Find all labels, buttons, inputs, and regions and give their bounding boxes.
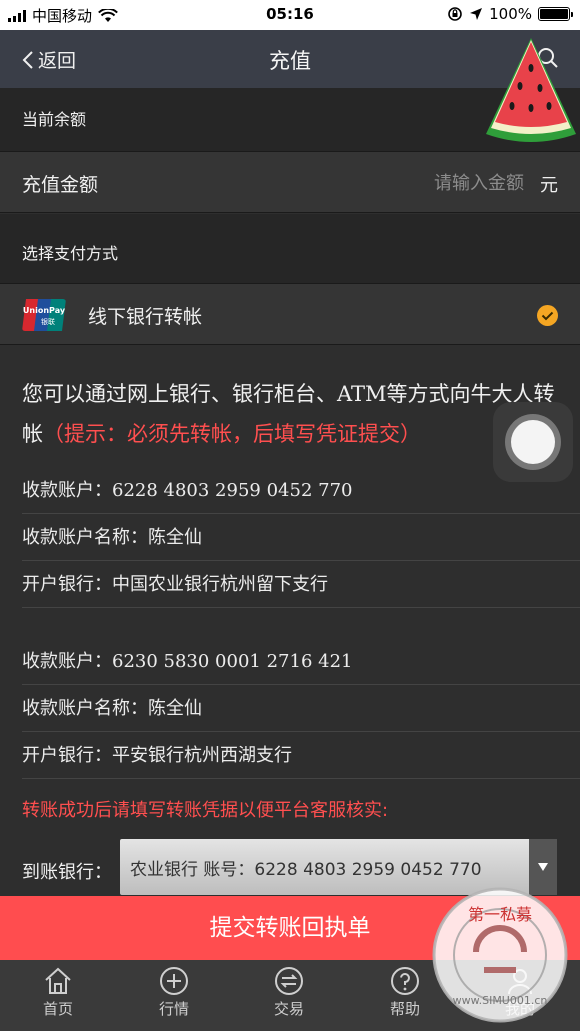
tab-label: 行情 (158, 1000, 189, 1018)
account-name-row: 收款账户名称：陈全仙 (22, 514, 580, 561)
help-icon (391, 967, 419, 995)
account-number-label: 收款账户： (22, 651, 112, 672)
back-button[interactable]: 返回 (22, 46, 76, 73)
unionpay-logo-text-top: UnionPay (23, 306, 66, 315)
arrival-bank-value: 农业银行 账号：6228 4803 2959 0452 770 (130, 860, 482, 880)
payment-section-label: 选择支付方式 (22, 244, 119, 263)
account-name-row: 收款账户名称：陈全仙 (22, 685, 580, 732)
account-bank-value: 中国农业银行杭州留下支行 (112, 574, 328, 595)
payment-section: 选择支付方式 (0, 214, 580, 283)
transfer-notice: 转账成功后请填写转账凭据以便平台客服核实: (22, 800, 389, 821)
account-name-label: 收款账户名称： (22, 527, 148, 548)
account-bank-value: 平安银行杭州西湖支行 (112, 745, 292, 766)
account-name-label: 收款账户名称： (22, 698, 148, 719)
intro-hint: （提示：必须先转帐，后填写凭证提交） (43, 422, 421, 446)
tab-label: 交易 (273, 1000, 304, 1018)
account-number-value: 6228 4803 2959 0452 770 (112, 480, 353, 501)
arrival-bank-label: 到账银行： (22, 862, 112, 883)
watermelon-sticker-icon (486, 38, 576, 142)
location-icon (470, 8, 483, 20)
tab-market[interactable]: 行情 (134, 966, 214, 1019)
payment-method-offline-transfer[interactable]: UnionPay 银联 线下银行转帐 (0, 283, 580, 345)
back-label: 返回 (38, 50, 77, 72)
amount-row: 充值金额 元 (0, 151, 580, 213)
account-bank-row: 开户银行：中国农业银行杭州留下支行 (22, 561, 580, 608)
account-name-value: 陈全仙 (148, 527, 202, 548)
checkmark-icon (537, 305, 558, 326)
unionpay-logo-text-bottom: 银联 (41, 317, 55, 326)
tab-label: 首页 (42, 1000, 73, 1018)
account-number-value: 6230 5830 0001 2716 421 (112, 651, 353, 672)
exchange-icon (275, 967, 303, 995)
balance-label: 当前余额 (22, 110, 87, 129)
account-number-label: 收款账户： (22, 480, 112, 501)
home-icon (45, 967, 71, 994)
chevron-left-icon (22, 50, 33, 69)
amount-unit: 元 (540, 175, 558, 196)
tab-home[interactable]: 首页 (18, 966, 98, 1019)
transfer-intro: 您可以通过网上银行、银行柜台、ATM等方式向牛大人转帐（提示：必须先转帐，后填写… (22, 374, 567, 454)
account-bank-row: 开户银行：平安银行杭州西湖支行 (22, 732, 580, 779)
unionpay-logo: UnionPay 银联 (22, 299, 66, 331)
account-number-row: 收款账户：6230 5830 0001 2716 421 (22, 638, 580, 685)
stamp-watermark: 第一私募 www.SIMU001.cn (432, 887, 568, 1023)
account-name-value: 陈全仙 (148, 698, 202, 719)
amount-input[interactable] (364, 169, 524, 197)
battery-icon (538, 7, 573, 21)
stamp-text: 第一私募 (468, 905, 532, 924)
assistive-touch-button[interactable] (493, 402, 573, 482)
tab-label: 帮助 (389, 1000, 420, 1018)
account-bank-label: 开户银行： (22, 574, 112, 595)
stamp-url-text: www.SIMU001.cn (453, 994, 548, 1007)
status-right: 100% (447, 5, 573, 23)
plus-circle-icon (160, 967, 188, 995)
payment-method-label: 线下银行转帐 (88, 306, 203, 328)
amount-label: 充值金额 (22, 174, 99, 196)
status-bar: 中国移动 05:16 100% (0, 0, 580, 30)
account-bank-label: 开户银行： (22, 745, 112, 766)
assistive-touch-ring (505, 414, 561, 470)
rotation-lock-icon (448, 7, 462, 21)
tab-trade[interactable]: 交易 (249, 966, 329, 1019)
battery-percent: 100% (489, 5, 532, 23)
